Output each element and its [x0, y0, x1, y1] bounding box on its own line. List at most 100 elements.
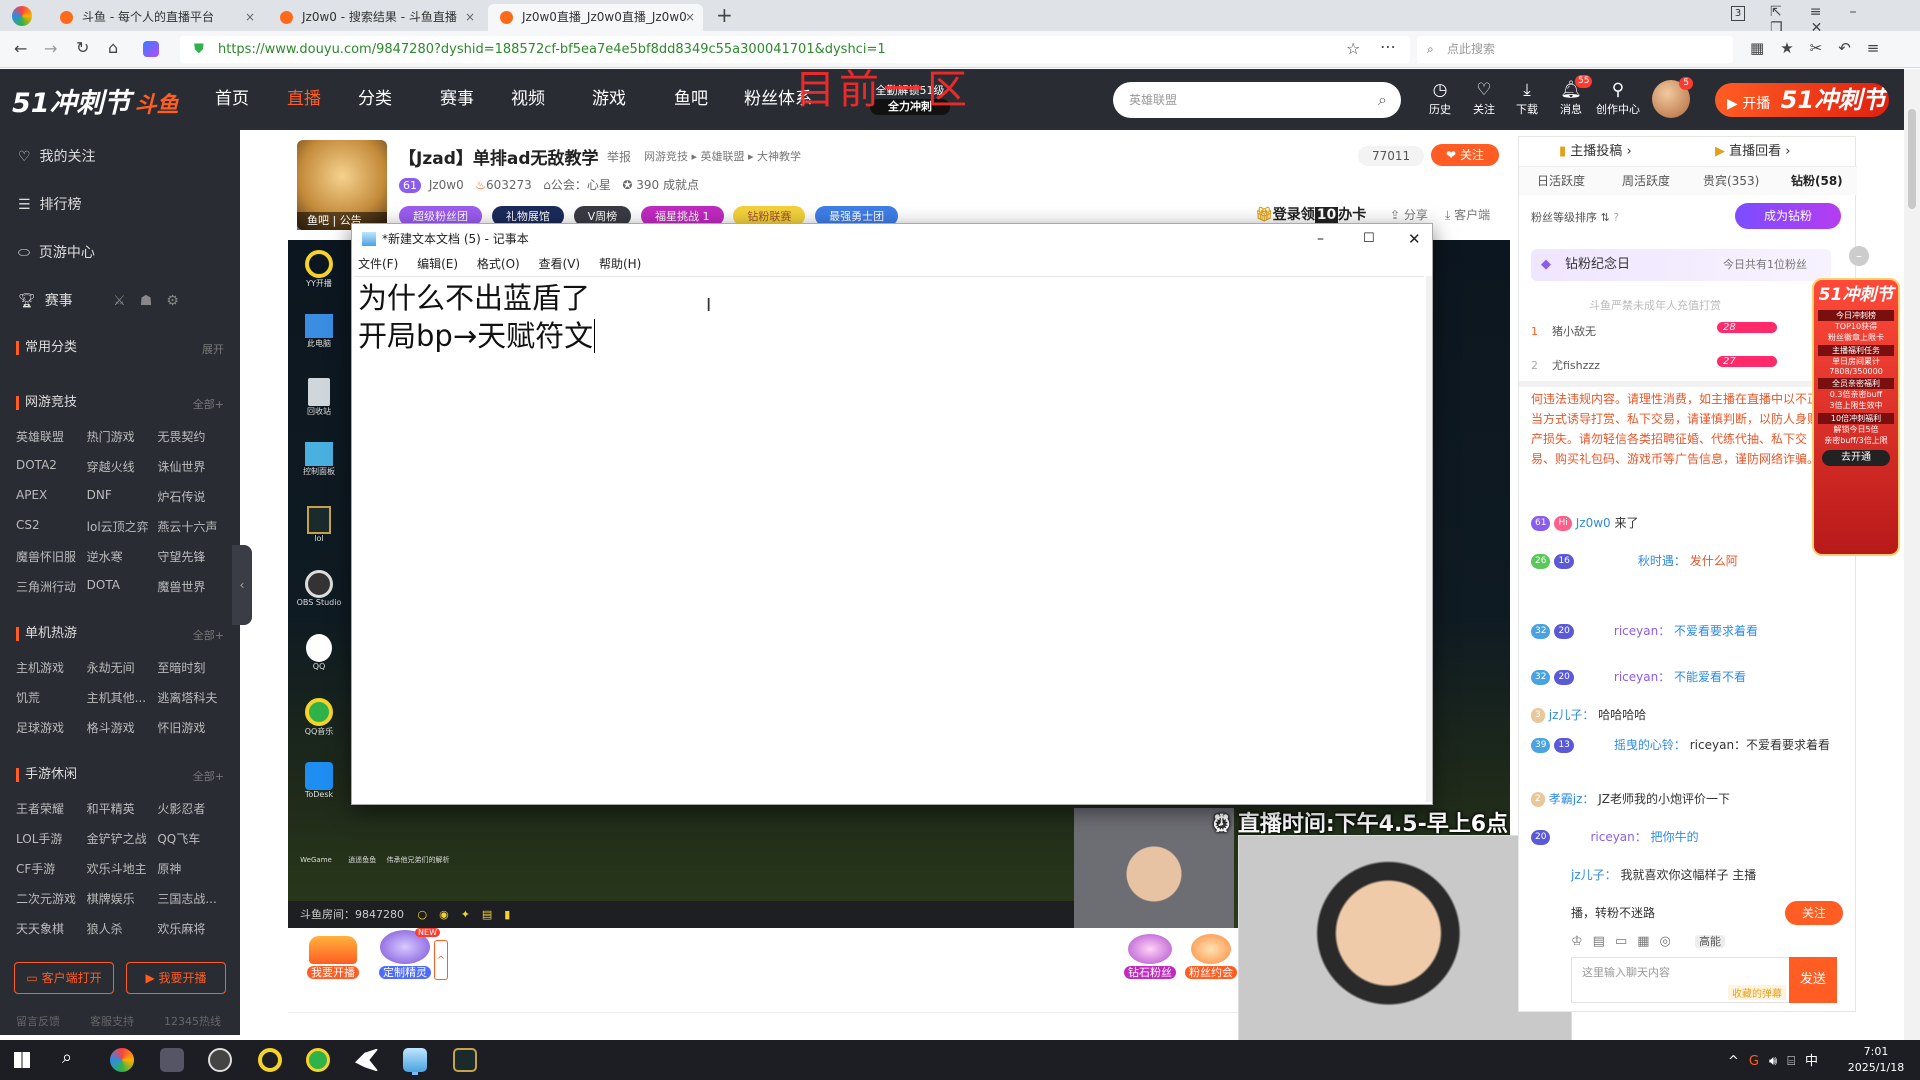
category-link[interactable]: 二次元游戏: [16, 890, 87, 907]
chat-username[interactable]: jz儿子：: [1571, 868, 1617, 882]
feedback-link[interactable]: 留言反馈: [16, 1015, 60, 1028]
tab-count-badge[interactable]: 3: [1731, 6, 1745, 21]
volume-icon[interactable]: 🔊︎: [1769, 1054, 1787, 1069]
tab-close-icon[interactable]: ×: [685, 4, 695, 31]
desktop-icon[interactable]: YY开播: [294, 250, 344, 314]
achievement-points[interactable]: 390 成就点: [636, 178, 699, 192]
breadcrumb-link[interactable]: 大神教学: [757, 150, 801, 163]
sidebar-item-follows[interactable]: ♡ 我的关注: [18, 146, 95, 166]
new-tab-button[interactable]: +: [716, 3, 733, 27]
chat-username[interactable]: riceyan：: [1590, 830, 1646, 844]
menu-view[interactable]: 查看(V): [539, 257, 581, 271]
user-avatar[interactable]: 5: [1652, 77, 1693, 118]
chat-username[interactable]: Jz0w0: [1576, 516, 1611, 530]
fan-icon[interactable]: ♔: [1571, 934, 1593, 949]
tab-diamond-fans[interactable]: 钻粉(58): [1791, 167, 1843, 195]
music-taskbar-icon[interactable]: [306, 1048, 330, 1072]
category-link[interactable]: 英雄联盟: [16, 428, 87, 445]
tab-submissions[interactable]: ▮ 主播投稿 ›: [1559, 137, 1632, 167]
category-link[interactable]: 天天象棋: [16, 920, 87, 937]
refresh-icon[interactable]: ↻: [76, 38, 89, 57]
support-link[interactable]: 客服支持: [90, 1015, 134, 1028]
menu-file[interactable]: 文件(F): [358, 257, 398, 271]
chat-input[interactable]: 这里输入聊天内容 收藏的弹幕: [1571, 957, 1791, 1003]
page-scrollbar[interactable]: [1904, 69, 1920, 1040]
search-icon[interactable]: ⌕: [62, 1047, 72, 1068]
pin-icon[interactable]: ⇱: [1770, 4, 1810, 20]
game-taskbar-icon[interactable]: [160, 1048, 184, 1072]
menu-icon[interactable]: ≡: [1867, 39, 1896, 57]
ai-icon[interactable]: [143, 41, 159, 57]
messages-button[interactable]: 🔔︎ 消息 55: [1551, 75, 1593, 117]
group-more-single[interactable]: 全部+: [193, 627, 224, 643]
rank-user[interactable]: 尤fishzzz: [1552, 359, 1600, 372]
bird-taskbar-icon[interactable]: [355, 1048, 379, 1072]
category-link[interactable]: DOTA: [87, 578, 158, 595]
category-link[interactable]: 足球游戏: [16, 719, 87, 736]
guild-name[interactable]: 公会：心星: [551, 178, 611, 192]
obs-taskbar-icon[interactable]: [208, 1048, 232, 1072]
desktop-icon[interactable]: OBS Studio: [294, 570, 344, 634]
nav-fishbar[interactable]: 鱼吧: [674, 69, 708, 130]
category-link[interactable]: 狼人杀: [87, 920, 158, 937]
go-live-button[interactable]: ▶ 我要开播: [126, 962, 226, 994]
menu-help[interactable]: 帮助(H): [599, 257, 641, 271]
desktop-icon[interactable]: 伟承他兄弟们的解析: [386, 825, 449, 865]
desktop-icon[interactable]: 此电脑: [294, 314, 344, 378]
network-icon[interactable]: ⌸: [1787, 1054, 1805, 1069]
rank-row[interactable]: 2 尤fishzzz 27: [1531, 356, 1791, 373]
gift-promo[interactable]: 🎁︎登录领 10 办卡: [1255, 204, 1366, 224]
nav-category[interactable]: 分类: [358, 69, 392, 130]
category-link[interactable]: 永劫无间: [87, 659, 158, 676]
breadcrumb-link[interactable]: 网游竞技: [644, 150, 688, 163]
nav-home[interactable]: 首页: [215, 69, 249, 130]
desktop-icon[interactable]: ToDesk: [294, 762, 344, 826]
custom-sprite-widget[interactable]: 定制精灵 NEW: [370, 928, 440, 986]
category-link[interactable]: 逃离塔科夫: [157, 689, 228, 706]
category-link[interactable]: 炉石传说: [157, 488, 228, 505]
side-promo-widget[interactable]: 51冲刺节 今日冲刺榜 TOP10获得 粉丝徽章上限卡 主播福利任务 单日房间累…: [1812, 278, 1900, 556]
chat-username[interactable]: riceyan：: [1614, 624, 1670, 638]
category-link[interactable]: 守望先锋: [157, 548, 228, 565]
tab-search-results[interactable]: Jz0w0 - 搜索结果 - 斗鱼直播 ×: [268, 4, 483, 31]
desktop-icon[interactable]: QQ: [294, 634, 344, 698]
category-link[interactable]: 燕云十六声: [157, 518, 228, 535]
nav-live[interactable]: 直播: [287, 69, 321, 130]
notepad-minimize-icon[interactable]: –: [1317, 224, 1324, 254]
menu-format[interactable]: 格式(O): [477, 257, 520, 271]
category-link[interactable]: 格斗游戏: [87, 719, 158, 736]
saved-barrage-button[interactable]: 收藏的弹幕: [1728, 985, 1786, 1000]
start-icon[interactable]: [14, 1052, 30, 1068]
group-more-netgames[interactable]: 全部+: [193, 396, 224, 412]
category-link[interactable]: 原神: [157, 860, 228, 877]
sidebar-item-events[interactable]: 🏆︎ 赛事 ⚔☗⚙: [18, 290, 193, 310]
streamer-avatar[interactable]: 鱼吧 | 公告: [297, 140, 387, 230]
category-link[interactable]: CF手游: [16, 860, 87, 877]
category-link[interactable]: 魔兽世界: [157, 578, 228, 595]
notepad-maximize-icon[interactable]: ☐: [1363, 224, 1375, 254]
group-more-mobile[interactable]: 全部+: [193, 768, 224, 784]
bookmark-star-icon[interactable]: ☆: [1346, 39, 1360, 58]
desktop-icon[interactable]: WeGame: [294, 826, 338, 864]
category-link[interactable]: APEX: [16, 488, 87, 505]
rank-row[interactable]: 1 猪小敌无 28: [1531, 322, 1791, 339]
category-link[interactable]: 怀旧游戏: [157, 719, 228, 736]
client-button[interactable]: ⤓ 客户端: [1445, 206, 1490, 223]
browser-taskbar-icon[interactable]: [110, 1048, 134, 1072]
category-link[interactable]: 金铲铲之战: [87, 830, 158, 847]
undo-icon[interactable]: ↶: [1838, 39, 1867, 57]
category-link[interactable]: QQ飞车: [157, 830, 228, 847]
become-diamond-button[interactable]: 成为钻粉: [1735, 203, 1841, 229]
start-stream-widget[interactable]: 我要开播: [305, 936, 361, 986]
tab-live-room[interactable]: Jz0w0直播_Jz0w0直播_Jz0w0 ×: [488, 4, 703, 31]
category-link[interactable]: 魔兽怀旧服: [16, 548, 87, 565]
notepad-taskbar-icon[interactable]: [403, 1048, 427, 1072]
desktop-icon[interactable]: 回收站: [294, 378, 344, 442]
send-button[interactable]: 发送: [1789, 957, 1837, 1003]
category-link[interactable]: 饥荒: [16, 689, 87, 706]
category-link[interactable]: 欢乐斗地主: [87, 860, 158, 877]
tab-weekly-activity[interactable]: 周活跃度: [1622, 167, 1670, 195]
category-link[interactable]: 至暗时刻: [157, 659, 228, 676]
follow-streamer-button[interactable]: ❤ 关注: [1431, 144, 1499, 166]
category-link[interactable]: 无畏契约: [157, 428, 228, 445]
